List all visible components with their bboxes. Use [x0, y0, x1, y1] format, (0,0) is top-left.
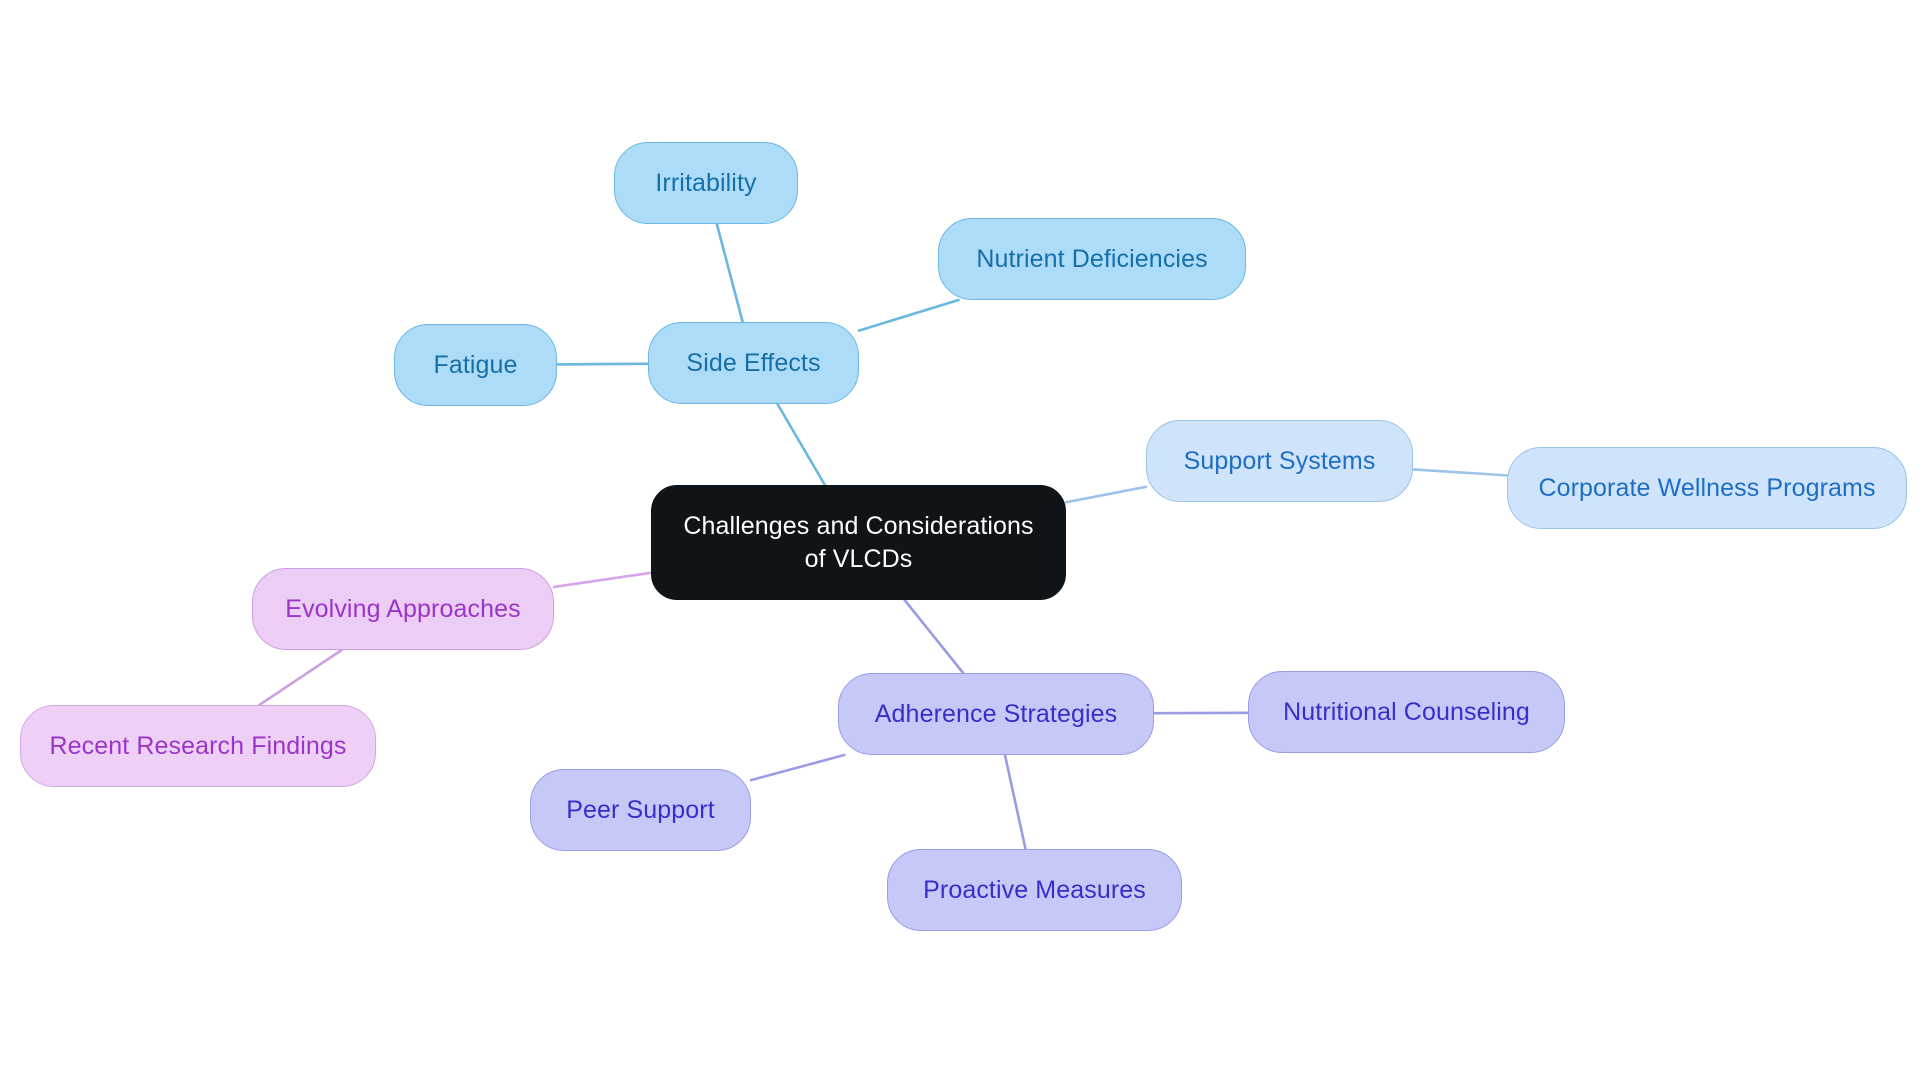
mindmap-node-nutritional-counseling[interactable]: Nutritional Counseling	[1248, 671, 1565, 753]
mindmap-node-label: Proactive Measures	[923, 875, 1146, 904]
mindmap-node-label: Support Systems	[1183, 446, 1376, 475]
mindmap-node-irritability[interactable]: Irritability	[614, 142, 798, 224]
mindmap-node-side-effects[interactable]: Side Effects	[648, 322, 859, 404]
edge-side-effects-fatigue	[555, 362, 650, 366]
mindmap-node-recent-research-findings[interactable]: Recent Research Findings	[20, 705, 376, 787]
edge-root-evolving-approaches	[552, 571, 653, 589]
edge-root-adherence-strategies	[903, 598, 965, 675]
mindmap-node-label: Side Effects	[686, 348, 821, 377]
mindmap-node-label: Adherence Strategies	[874, 699, 1118, 728]
mindmap-node-proactive-measures[interactable]: Proactive Measures	[887, 849, 1182, 931]
edge-adherence-peer-support	[749, 753, 846, 782]
mindmap-node-label: Recent Research Findings	[49, 731, 347, 760]
mindmap-node-label: Nutrient Deficiencies	[976, 244, 1208, 273]
mindmap-node-support-systems[interactable]: Support Systems	[1146, 420, 1413, 502]
mindmap-node-label: Irritability	[655, 168, 757, 197]
edge-side-effects-irritability	[715, 222, 744, 324]
mindmap-node-label: Evolving Approaches	[285, 594, 521, 623]
mindmap-node-corporate-wellness-programs[interactable]: Corporate Wellness Programs	[1507, 447, 1907, 529]
edge-root-side-effects	[776, 402, 827, 487]
mindmap-node-adherence-strategies[interactable]: Adherence Strategies	[838, 673, 1154, 755]
mindmap-node-label: Challenges and Considerations of VLCDs	[683, 512, 1034, 573]
mindmap-node-label: Corporate Wellness Programs	[1538, 473, 1876, 502]
mindmap-node-label: Nutritional Counseling	[1283, 697, 1530, 726]
mindmap-node-label: Peer Support	[566, 795, 715, 824]
edge-side-effects-nutrient-deficiencies	[857, 298, 960, 332]
mindmap-node-label: Fatigue	[433, 350, 518, 379]
mindmap-node-root[interactable]: Challenges and Considerations of VLCDs	[651, 485, 1066, 600]
edge-support-systems-corporate	[1411, 468, 1509, 477]
mindmap-canvas: Challenges and Considerations of VLCDs Si…	[0, 0, 1920, 1083]
mindmap-node-peer-support[interactable]: Peer Support	[530, 769, 751, 851]
edge-evolving-recent-research	[258, 648, 343, 707]
edge-adherence-proactive-measures	[1003, 753, 1027, 851]
edge-root-support-systems	[1064, 485, 1148, 504]
mindmap-node-nutrient-deficiencies[interactable]: Nutrient Deficiencies	[938, 218, 1246, 300]
mindmap-node-evolving-approaches[interactable]: Evolving Approaches	[252, 568, 554, 650]
mindmap-node-fatigue[interactable]: Fatigue	[394, 324, 557, 406]
